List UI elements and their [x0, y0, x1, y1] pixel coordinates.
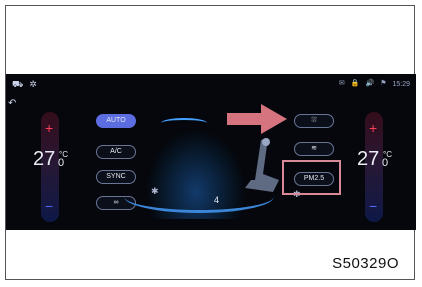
defrost-rear-button[interactable]: ≋ [294, 142, 334, 156]
climate-screen: ⛟ ✲ ✉ 🔒 🔊 ⚑ 15:29 ↶ + 27 °C 0 − + 27 °C … [6, 74, 416, 230]
left-temp-display: 27 °C 0 [33, 148, 68, 170]
status-bar: ⛟ ✲ ✉ 🔒 🔊 ⚑ 15:29 [6, 74, 416, 94]
defrost-front-button[interactable]: ⛆ [294, 114, 334, 128]
left-temp-minus-button[interactable]: − [45, 198, 53, 214]
volume-icon: 🔊 [365, 80, 375, 87]
pointer-arrow-icon [227, 104, 287, 134]
back-icon[interactable]: ↶ [8, 98, 16, 109]
status-time: 15:29 [392, 80, 410, 88]
car-icon[interactable]: ⛟ [12, 78, 23, 90]
fan-arc [124, 180, 274, 213]
lock-icon: 🔒 [350, 80, 360, 87]
signal-icon: ⚑ [380, 80, 387, 87]
fan-level: 4 [214, 195, 220, 205]
right-temp-control: + 27 °C 0 − [355, 112, 393, 222]
pm25-highlight-box [282, 160, 341, 195]
left-temp-plus-button[interactable]: + [45, 120, 53, 136]
ac-button[interactable]: A/C [96, 145, 136, 159]
fan-low-icon[interactable]: ✱ [151, 186, 159, 197]
right-temp-plus-button[interactable]: + [369, 120, 377, 136]
right-temp-minus-button[interactable]: − [369, 198, 377, 214]
sync-button[interactable]: SYNC [96, 170, 136, 184]
airflow-top-glow [161, 118, 207, 128]
message-icon: ✉ [338, 80, 345, 87]
fan-icon[interactable]: ✲ [29, 78, 37, 90]
auto-button[interactable]: AUTO [96, 114, 136, 128]
right-temp-display: 27 °C 0 [357, 148, 392, 170]
left-temp-control: + 27 °C 0 − [31, 112, 69, 222]
figure-code: S50329O [332, 255, 399, 272]
